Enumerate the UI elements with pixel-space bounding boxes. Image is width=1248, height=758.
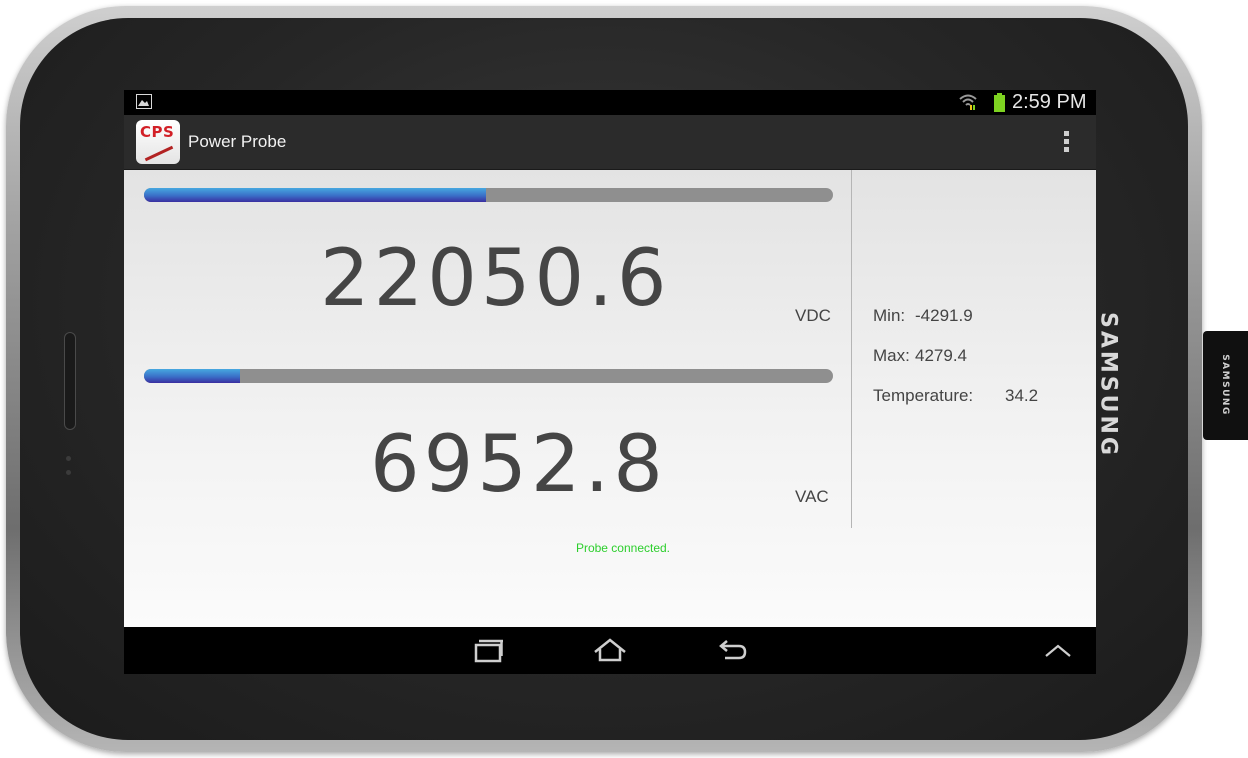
earpiece-speaker (64, 332, 76, 430)
temperature-label: Temperature: (873, 386, 974, 405)
dc-unit: VDC (795, 306, 831, 325)
main-content: 22050.6 VDC 6952.8 VAC Min: -4291.9 Max:… (124, 170, 1096, 627)
recent-apps-icon (474, 639, 503, 663)
max-label: Max: (873, 346, 910, 365)
action-bar: CPS Power Probe (124, 115, 1096, 170)
dc-reading: 22050.6 (320, 234, 671, 324)
overflow-dot-icon (1064, 131, 1069, 136)
back-button[interactable] (711, 636, 751, 666)
brand-logo: SAMSUNG (1095, 312, 1121, 458)
overflow-dot-icon (1064, 147, 1069, 152)
app-icon-logo: CPS (140, 123, 175, 141)
side-brand-logo: SAMSUNG (1220, 354, 1230, 416)
probe-icon (144, 145, 174, 162)
status-bar: 2:59 PM (124, 90, 1096, 115)
app-icon[interactable]: CPS (136, 120, 180, 164)
wifi-icon (958, 93, 978, 111)
ac-level-fill (144, 369, 241, 383)
app-title: Power Probe (188, 132, 287, 151)
recent-apps-button[interactable] (468, 636, 508, 666)
expand-up-icon (1045, 644, 1071, 657)
max-value: 4279.4 (915, 346, 967, 365)
image-notification-icon[interactable] (136, 94, 152, 109)
expand-up-button[interactable] (1038, 636, 1078, 666)
home-icon (594, 638, 626, 662)
back-icon (719, 640, 747, 660)
dc-level-fill (144, 188, 486, 202)
home-button[interactable] (590, 636, 630, 666)
status-clock: 2:59 PM (1012, 91, 1087, 113)
overflow-dot-icon (1064, 139, 1069, 144)
dc-level-bar (144, 188, 833, 202)
light-sensor (66, 456, 71, 461)
proximity-sensor (66, 470, 71, 475)
min-label: Min: (873, 306, 906, 325)
probe-status-message: Probe connected. (575, 541, 671, 555)
screen: 2:59 PM CPS Power Probe 22050.6 VDC 6952… (124, 90, 1096, 674)
device-stage: SAMSUNG SAMSUNG 2:59 PM CPS Power Probe … (0, 0, 1248, 758)
panel-divider (851, 170, 852, 528)
temperature-value: 34.2 (1005, 386, 1039, 405)
ac-reading: 6952.8 (370, 420, 667, 510)
navigation-bar (124, 627, 1096, 674)
ac-unit: VAC (795, 487, 829, 506)
ac-level-bar (144, 369, 833, 383)
overflow-menu-button[interactable] (1058, 129, 1074, 155)
battery-icon (994, 93, 1005, 112)
min-value: -4291.9 (915, 306, 973, 325)
side-tab: SAMSUNG (1203, 331, 1248, 440)
